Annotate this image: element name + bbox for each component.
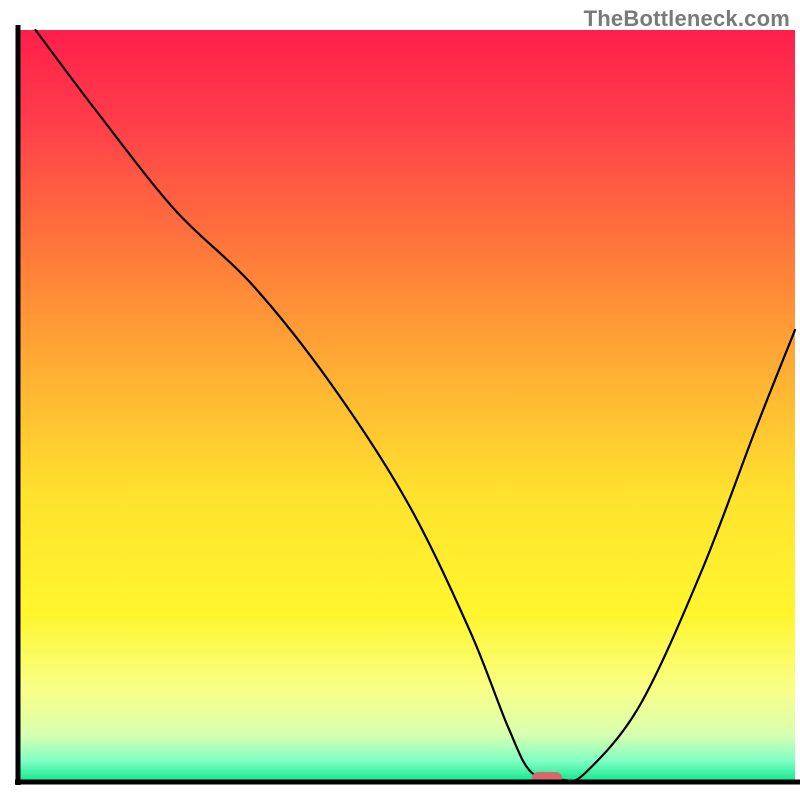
bottleneck-chart — [0, 0, 800, 800]
chart-stage: TheBottleneck.com — [0, 0, 800, 800]
plot-background — [20, 30, 795, 780]
